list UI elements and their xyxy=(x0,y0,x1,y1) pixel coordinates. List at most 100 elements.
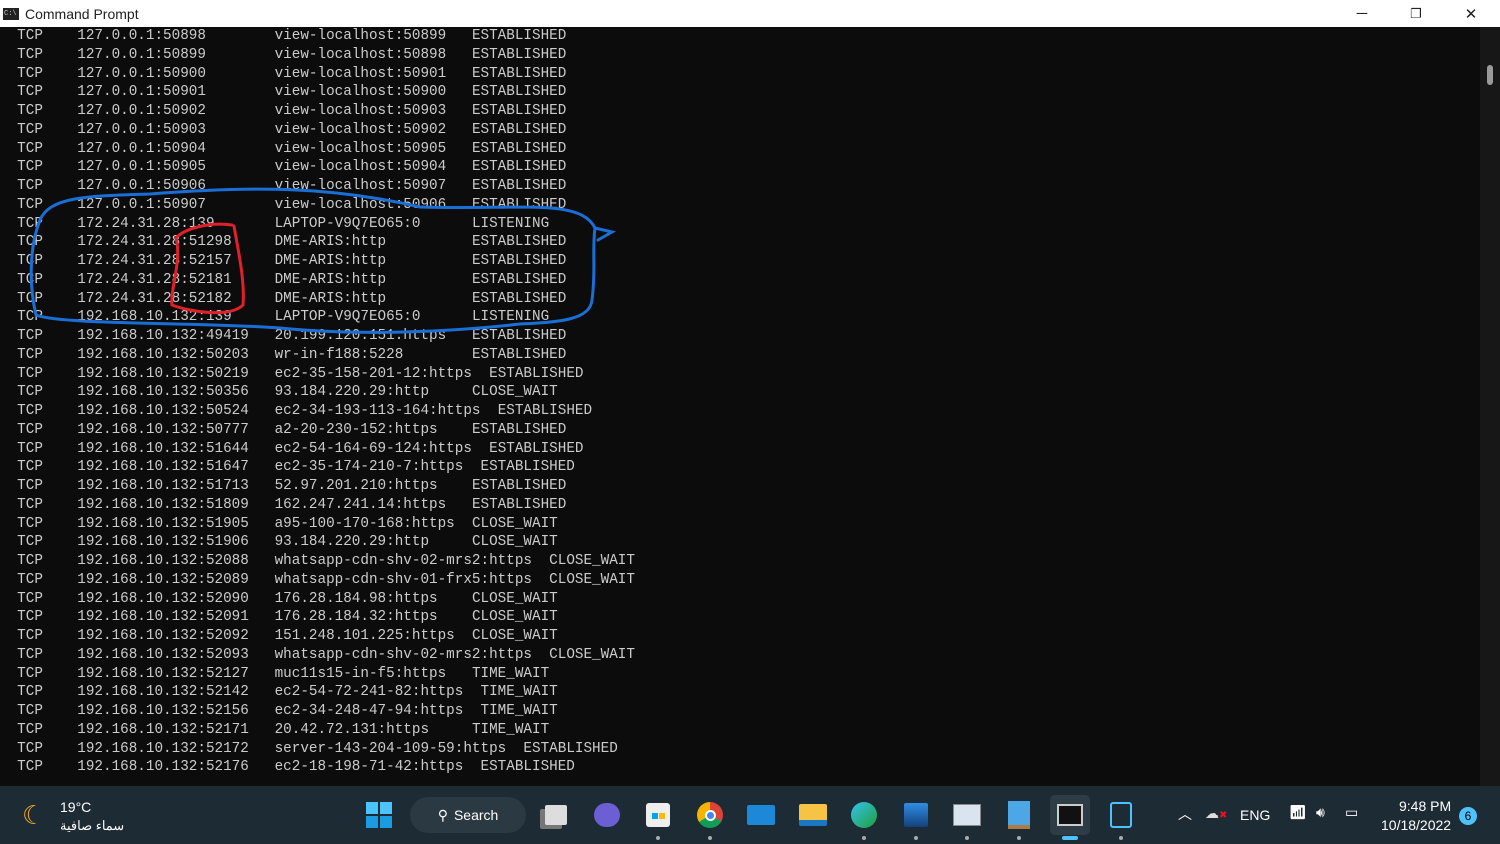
local-address: 127.0.0.1:50902 xyxy=(77,103,206,119)
moon-weather-icon: ☾ xyxy=(22,800,46,830)
protocol: TCP xyxy=(17,196,43,213)
connection-row: TCP 192.168.10.132:52176 ec2-18-198-71-4… xyxy=(0,758,635,777)
onedrive-error-icon[interactable]: ☁✖ xyxy=(1205,805,1227,822)
photos-icon xyxy=(904,803,928,827)
photos-button[interactable] xyxy=(896,795,936,840)
mail-button[interactable] xyxy=(741,795,781,835)
window-title: Command Prompt xyxy=(25,5,139,22)
task-view-button[interactable] xyxy=(536,795,576,835)
clock-time[interactable]: 9:48 PM xyxy=(1399,798,1451,814)
edge-button[interactable] xyxy=(844,795,884,840)
restore-button[interactable]: ❐ xyxy=(1389,0,1443,27)
connection-state: ESTABLISHED xyxy=(471,421,567,438)
chrome-button[interactable] xyxy=(690,795,730,840)
protocol: TCP xyxy=(17,215,43,232)
connection-row: TCP 192.168.10.132:52089 whatsapp-cdn-sh… xyxy=(0,571,635,590)
cmd-icon xyxy=(1057,804,1083,826)
volume-icon[interactable]: 🔊︎ xyxy=(1316,804,1325,821)
foreign-address: LAPTOP-V9Q7EO65:0 xyxy=(274,309,421,326)
foreign-address: DME-ARIS:http xyxy=(274,290,387,307)
protocol: TCP xyxy=(17,628,43,644)
protocol: TCP xyxy=(17,703,43,719)
connection-row: TCP 127.0.0.1:50901 view-localhost:50900… xyxy=(0,83,635,102)
connection-row: TCP 192.168.10.132:51644 ec2-54-164-69-1… xyxy=(0,440,635,459)
local-address: 192.168.10.132:139 xyxy=(77,309,232,326)
connection-state: ESTABLISHED xyxy=(471,496,567,513)
connection-row: TCP 127.0.0.1:50905 view-localhost:50904… xyxy=(0,158,635,177)
scrollbar-thumb[interactable] xyxy=(1487,65,1493,85)
weather-desc[interactable]: سماء صافية xyxy=(60,818,124,834)
protocol: TCP xyxy=(17,759,43,776)
connection-state: LISTENING xyxy=(471,215,550,232)
resource-monitor-button[interactable] xyxy=(947,795,987,840)
connection-state: ESTABLISHED xyxy=(471,28,567,44)
connection-row: TCP 172.24.31.28:52157 DME-ARIS:http EST… xyxy=(0,252,635,271)
connection-state: CLOSE_WAIT xyxy=(471,628,558,644)
teams-chat-button[interactable] xyxy=(587,795,627,835)
snipping-tool-button[interactable] xyxy=(1101,795,1141,840)
protocol: TCP xyxy=(17,46,43,63)
notepad-button[interactable] xyxy=(999,795,1039,840)
connection-row: TCP 172.24.31.28:139 LAPTOP-V9Q7EO65:0 L… xyxy=(0,215,635,234)
protocol: TCP xyxy=(17,178,43,194)
wifi-icon[interactable]: 📶︎ xyxy=(1289,804,1307,821)
cmd-app-icon: C:\ xyxy=(3,7,19,20)
connection-state: ESTABLISHED xyxy=(497,403,593,419)
search-button[interactable]: ⚲ Search xyxy=(410,797,526,833)
local-address: 172.24.31.28:52182 xyxy=(77,290,232,307)
local-address: 192.168.10.132:52089 xyxy=(77,571,249,588)
protocol: TCP xyxy=(17,253,43,269)
clock-date[interactable]: 10/18/2022 xyxy=(1381,817,1451,833)
command-prompt-button[interactable] xyxy=(1050,795,1090,840)
connection-state: ESTABLISHED xyxy=(471,290,567,307)
local-address: 127.0.0.1:50901 xyxy=(77,84,206,101)
connection-row: TCP 192.168.10.132:50219 ec2-35-158-201-… xyxy=(0,365,635,384)
connection-state: ESTABLISHED xyxy=(471,46,567,63)
connection-row: TCP 192.168.10.132:49419 20.199.120.151:… xyxy=(0,327,635,346)
connection-row: TCP 192.168.10.132:52093 whatsapp-cdn-sh… xyxy=(0,646,635,665)
vertical-scrollbar[interactable] xyxy=(1480,27,1500,786)
protocol: TCP xyxy=(17,234,43,251)
language-indicator[interactable]: ENG xyxy=(1240,807,1270,823)
foreign-address: ec2-34-193-113-164:https xyxy=(274,403,481,419)
local-address: 192.168.10.132:50356 xyxy=(77,384,249,401)
foreign-address: 52.97.201.210:https xyxy=(274,478,438,494)
foreign-address: whatsapp-cdn-shv-02-mrs2:https xyxy=(274,646,532,663)
close-button[interactable]: ✕ xyxy=(1444,0,1498,27)
foreign-address: 93.184.220.29:http xyxy=(274,534,430,551)
microsoft-store-button[interactable] xyxy=(638,795,678,840)
connection-state: ESTABLISHED xyxy=(471,84,567,101)
connection-row: TCP 192.168.10.132:52156 ec2-34-248-47-9… xyxy=(0,702,635,721)
foreign-address: DME-ARIS:http xyxy=(274,234,387,251)
foreign-address: view-localhost:50904 xyxy=(274,159,447,176)
netstat-output: TCP 127.0.0.1:50898 view-localhost:50899… xyxy=(0,27,635,777)
foreign-address: muc11s15-in-f5:https xyxy=(274,665,447,682)
protocol: TCP xyxy=(17,496,43,513)
notification-badge[interactable]: 6 xyxy=(1459,807,1477,825)
console-output[interactable]: TCP 127.0.0.1:50898 view-localhost:50899… xyxy=(0,27,1480,786)
connection-row: TCP 127.0.0.1:50904 view-localhost:50905… xyxy=(0,140,635,159)
battery-icon[interactable]: ▭ xyxy=(1345,804,1358,821)
local-address: 192.168.10.132:52090 xyxy=(77,590,249,607)
minimize-button[interactable]: ─ xyxy=(1335,0,1389,27)
protocol: TCP xyxy=(17,478,43,494)
notepad-icon xyxy=(1008,801,1030,829)
connection-state: ESTABLISHED xyxy=(471,178,567,194)
foreign-address: view-localhost:50899 xyxy=(274,28,447,44)
file-explorer-button[interactable] xyxy=(793,795,833,835)
protocol: TCP xyxy=(17,121,43,138)
protocol: TCP xyxy=(17,665,43,682)
connection-state: TIME_WAIT xyxy=(480,684,558,701)
weather-temp[interactable]: 19°C xyxy=(60,799,91,815)
connection-row: TCP 192.168.10.132:51809 162.247.241.14:… xyxy=(0,496,635,515)
local-address: 127.0.0.1:50904 xyxy=(77,140,206,157)
show-hidden-icons-chevron-icon[interactable]: ︿ xyxy=(1178,804,1192,824)
search-label: Search xyxy=(453,807,499,823)
connection-row: TCP 127.0.0.1:50898 view-localhost:50899… xyxy=(0,27,635,46)
connection-state: ESTABLISHED xyxy=(471,271,567,288)
foreign-address: a2-20-230-152:https xyxy=(274,421,438,438)
start-button[interactable] xyxy=(359,795,399,835)
connection-row: TCP 172.24.31.28:51298 DME-ARIS:http EST… xyxy=(0,233,635,252)
local-address: 192.168.10.132:52156 xyxy=(77,703,249,719)
foreign-address: view-localhost:50903 xyxy=(274,103,447,119)
